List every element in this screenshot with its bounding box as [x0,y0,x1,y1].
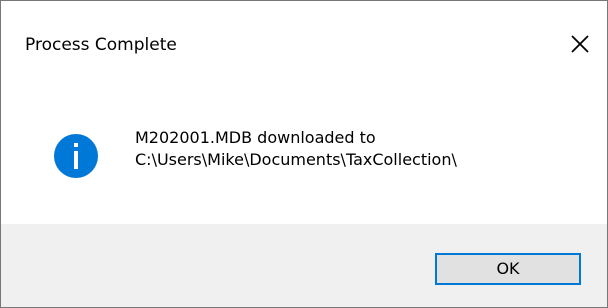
close-button[interactable] [568,32,592,56]
close-icon [571,35,589,53]
button-bar: OK [1,224,607,307]
message-area: M202001.MDB downloaded to C:\Users\Mike\… [1,91,607,224]
title-bar: Process Complete [1,1,607,91]
message-dialog: Process Complete M202001.MDB downloaded … [0,0,608,308]
message-line-1: M202001.MDB downloaded to [135,128,376,147]
info-icon [53,133,99,179]
ok-button[interactable]: OK [435,253,581,285]
dialog-title: Process Complete [25,35,177,55]
message-text: M202001.MDB downloaded to C:\Users\Mike\… [135,127,585,171]
message-line-2: C:\Users\Mike\Documents\TaxCollection\ [135,150,457,169]
